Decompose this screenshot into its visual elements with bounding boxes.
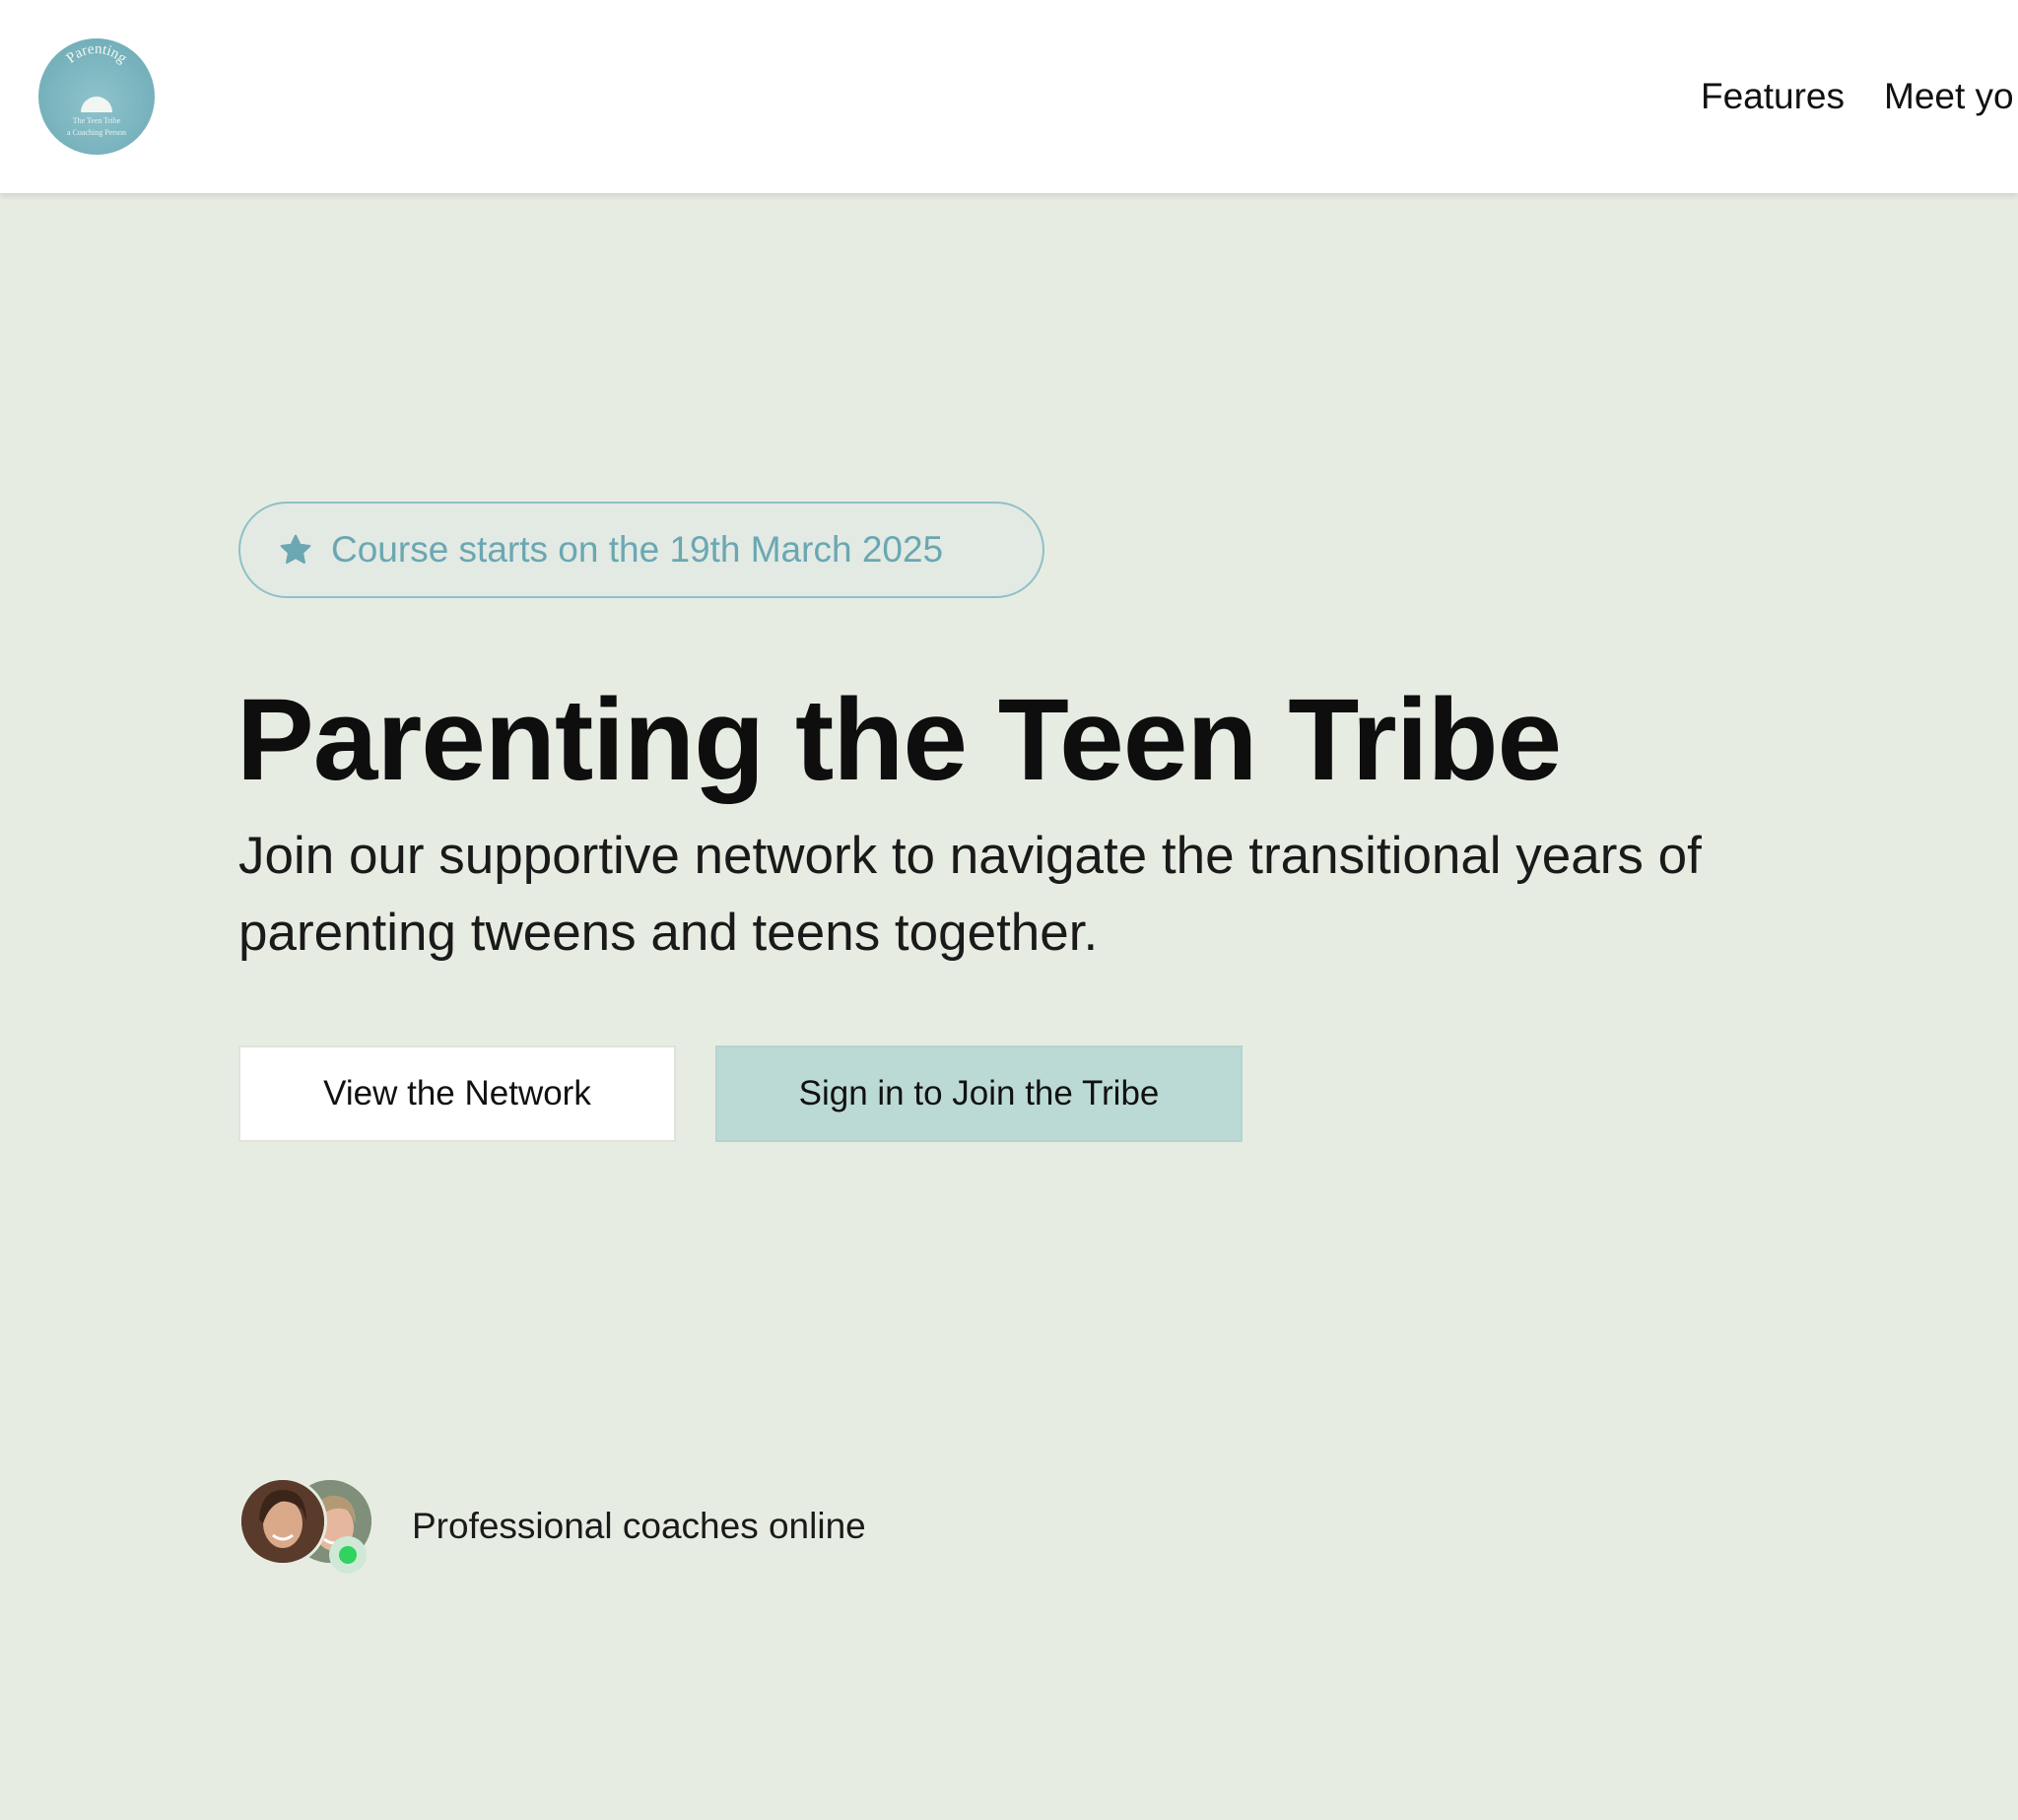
course-start-badge: Course starts on the 19th March 2025 [238, 502, 1044, 598]
main-nav: Features Meet yo [1701, 0, 2014, 193]
hero-subtitle: Join our supportive network to navigate … [238, 827, 1702, 962]
logo-sun [81, 97, 112, 112]
view-network-button[interactable]: View the Network [238, 1045, 676, 1142]
logo-line-2: a Coaching Person [67, 128, 126, 137]
avatar [238, 1477, 327, 1566]
hero-section: Course starts on the 19th March 2025 Par… [0, 193, 2018, 1820]
coach-photo-1 [241, 1480, 324, 1563]
badge-text: Course starts on the 19th March 2025 [331, 529, 944, 570]
coach-avatars [238, 1477, 376, 1576]
site-header: Parenting The Teen Tribe a Coaching Pers… [0, 0, 2018, 193]
page-title: Parenting the Teen Tribe [236, 675, 1562, 805]
online-status-indicator [329, 1536, 367, 1574]
online-dot [339, 1546, 357, 1564]
nav-item-features[interactable]: Features [1701, 76, 1845, 117]
join-tribe-button[interactable]: Sign in to Join the Tribe [715, 1045, 1243, 1142]
logo[interactable]: Parenting The Teen Tribe a Coaching Pers… [38, 38, 155, 155]
coaches-online-text: Professional coaches online [412, 1506, 866, 1546]
star-icon [280, 534, 311, 565]
nav-item-meet[interactable]: Meet yo [1884, 76, 2014, 117]
coaches-online: Professional coaches online [238, 1477, 866, 1574]
logo-arc-text: Parenting [63, 41, 130, 67]
logo-line-1: The Teen Tribe [73, 116, 121, 125]
logo-graphic: Parenting The Teen Tribe a Coaching Pers… [63, 41, 130, 137]
